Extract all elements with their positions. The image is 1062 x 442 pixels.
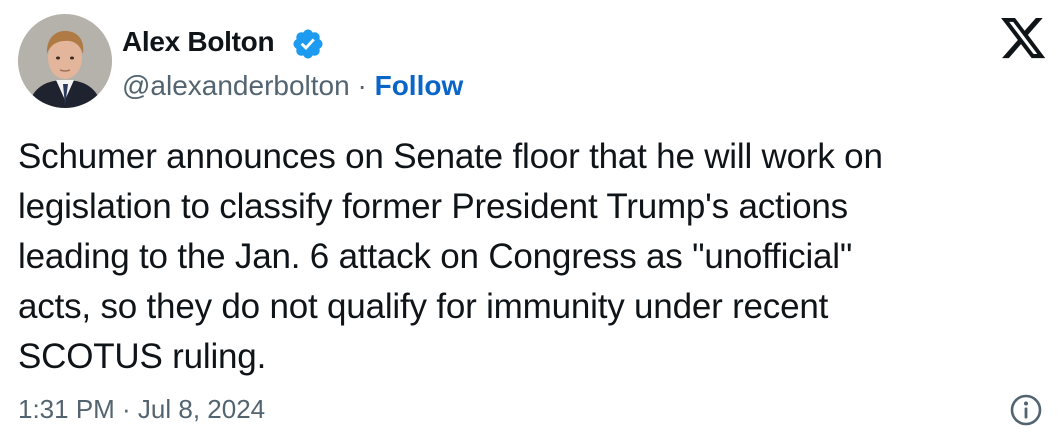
x-logo-icon[interactable] <box>1001 18 1047 60</box>
avatar-photo <box>18 14 112 108</box>
author-handle[interactable]: @alexanderbolton <box>122 70 350 101</box>
author-display-name[interactable]: Alex Bolton <box>122 26 275 58</box>
author-handle-row: @alexanderbolton · Follow <box>122 70 463 102</box>
follow-button[interactable]: Follow <box>375 70 464 101</box>
tweet-text: Schumer announces on Senate floor that h… <box>18 137 883 376</box>
tweet-timestamp[interactable]: 1:31 PM · Jul 8, 2024 <box>18 394 265 425</box>
info-icon[interactable] <box>1008 392 1044 428</box>
handle-separator: · <box>349 70 375 101</box>
verified-badge-icon <box>291 27 325 61</box>
avatar[interactable] <box>18 14 112 108</box>
